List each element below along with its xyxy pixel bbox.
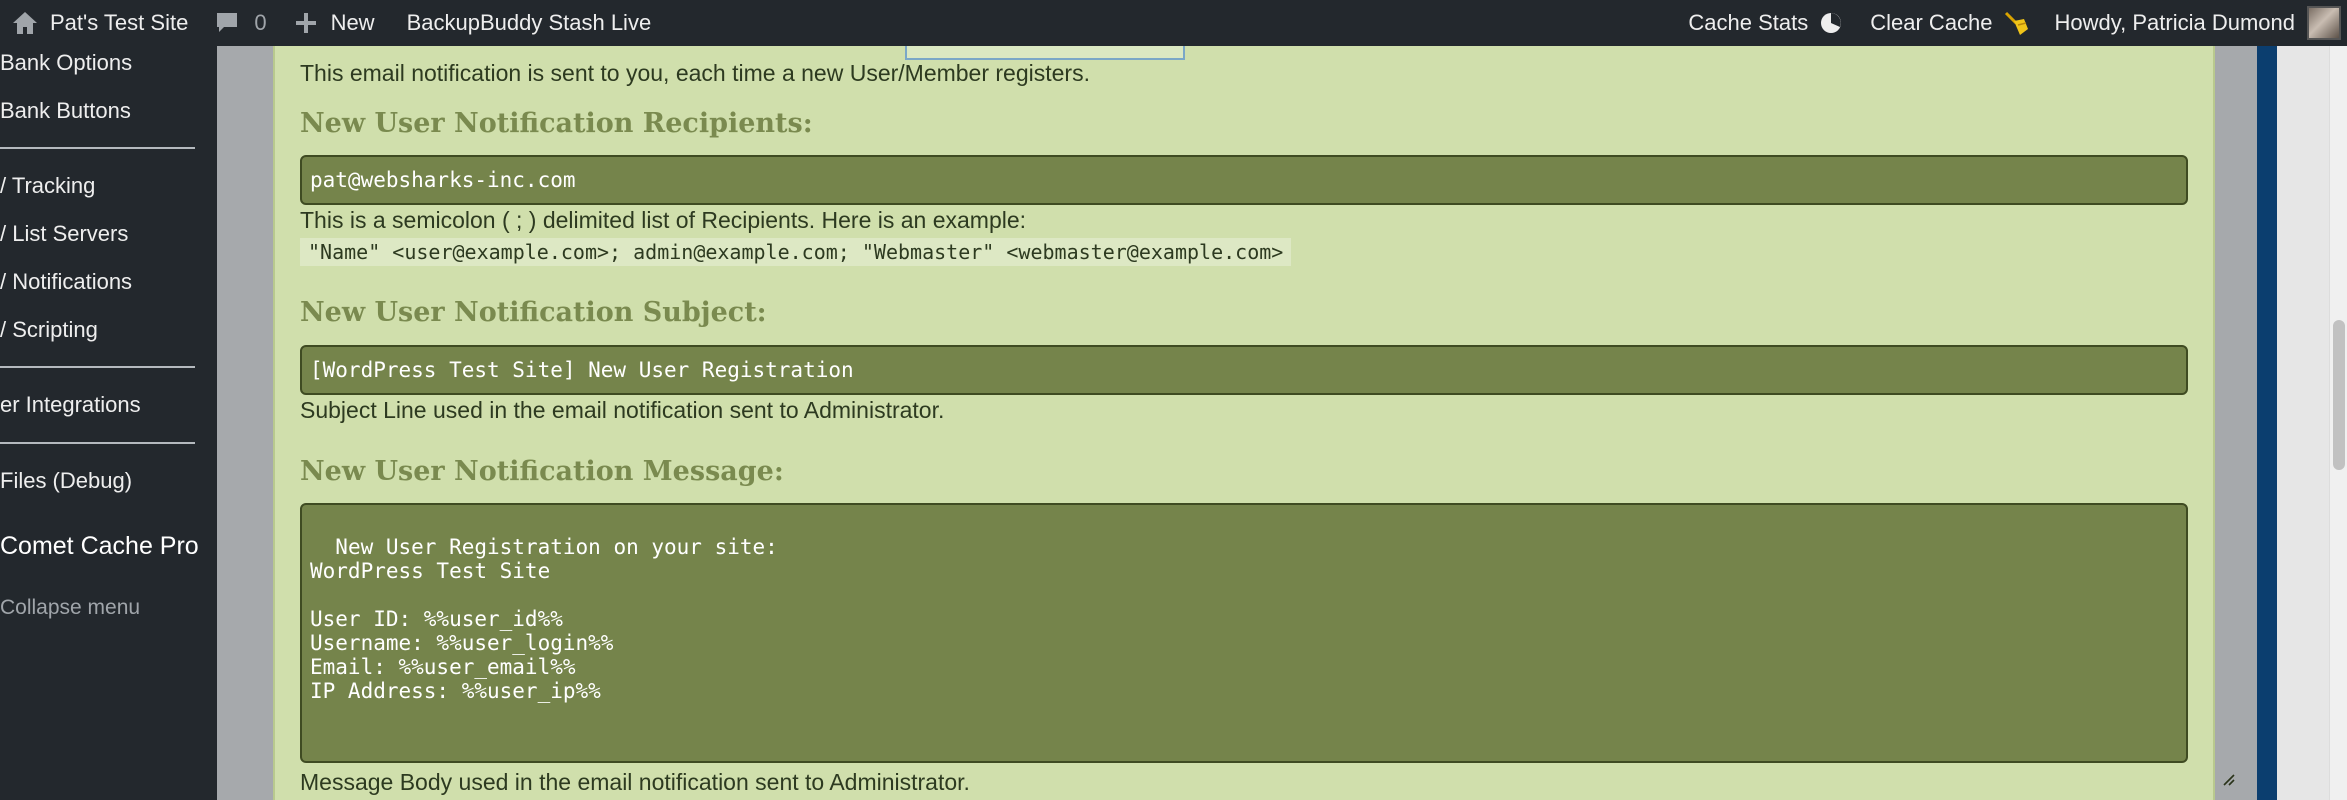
sidebar-divider: [0, 366, 195, 368]
new-label: New: [330, 10, 375, 35]
my-account-menu[interactable]: Howdy, Patricia Dumond: [2043, 0, 2347, 46]
sidebar-item-integrations[interactable]: er Integrations: [0, 392, 141, 418]
sidebar-item-bank-buttons[interactable]: Bank Buttons: [0, 98, 131, 124]
resize-handle-icon[interactable]: [2168, 743, 2235, 786]
clear-cache-label: Clear Cache: [1870, 10, 1993, 35]
right-accent-bar: [2257, 46, 2277, 800]
site-name-menu[interactable]: Pat's Test Site: [0, 0, 200, 46]
avatar: [2307, 6, 2341, 40]
subject-help: Subject Line used in the email notificat…: [300, 397, 945, 423]
sidebar-item-tracking[interactable]: / Tracking: [0, 173, 95, 199]
right-gutter: [2277, 46, 2329, 800]
sidebar-item-scripting[interactable]: / Scripting: [0, 317, 98, 343]
comment-bubble-icon: [212, 8, 242, 38]
admin-bar: Pat's Test Site 0 New BackupBuddy Stash …: [0, 0, 2347, 46]
sidebar-item-files-debug[interactable]: Files (Debug): [0, 468, 132, 494]
sidebar-item-bank-options[interactable]: Bank Options: [0, 50, 132, 76]
site-name-label: Pat's Test Site: [50, 10, 189, 35]
broom-icon: [2001, 8, 2031, 38]
backupbuddy-menu[interactable]: BackupBuddy Stash Live: [387, 0, 664, 46]
recipients-heading: New User Notification Recipients:: [300, 108, 813, 139]
sidebar-item-list-servers[interactable]: / List Servers: [0, 221, 128, 247]
clear-cache-button[interactable]: Clear Cache: [1858, 0, 2042, 46]
home-icon: [10, 8, 40, 38]
recipients-help: This is a semicolon ( ; ) delimited list…: [300, 207, 1027, 233]
message-textarea[interactable]: New User Registration on your site: Word…: [300, 503, 2235, 786]
recipients-example: "Name" <user@example.com>; admin@example…: [300, 238, 1292, 266]
sidebar-item-notifications[interactable]: / Notifications: [0, 269, 132, 295]
admin-sidebar: Bank Options Bank Buttons / Tracking / L…: [0, 46, 217, 800]
intro-text: This email notification is sent to you, …: [300, 60, 1090, 86]
message-text: New User Registration on your site: Word…: [310, 535, 778, 703]
tab-hint: [905, 46, 1185, 60]
sidebar-item-comet-cache-pro[interactable]: Comet Cache Pro: [0, 532, 199, 561]
sidebar-divider: [0, 442, 195, 444]
plus-icon: [291, 8, 321, 38]
subject-input[interactable]: [WordPress Test Site] New User Registrat…: [300, 345, 2188, 395]
collapse-menu-button[interactable]: Collapse menu: [0, 596, 140, 620]
message-help: Message Body used in the email notificat…: [300, 769, 970, 795]
comments-count: 0: [254, 10, 267, 35]
comments-menu[interactable]: 0: [200, 0, 278, 46]
message-heading: New User Notification Message:: [300, 456, 784, 487]
scrollbar-thumb[interactable]: [2333, 320, 2345, 470]
sidebar-divider: [0, 147, 195, 149]
recipients-input[interactable]: pat@websharks-inc.com: [300, 155, 2188, 205]
backupbuddy-label: BackupBuddy Stash Live: [406, 10, 652, 35]
pie-chart-icon: [1816, 8, 1846, 38]
howdy-label: Howdy, Patricia Dumond: [2054, 10, 2295, 35]
new-content-menu[interactable]: New: [279, 0, 387, 46]
cache-stats-label: Cache Stats: [1688, 10, 1809, 35]
subject-heading: New User Notification Subject:: [300, 297, 767, 328]
cache-stats-menu[interactable]: Cache Stats: [1676, 0, 1858, 46]
